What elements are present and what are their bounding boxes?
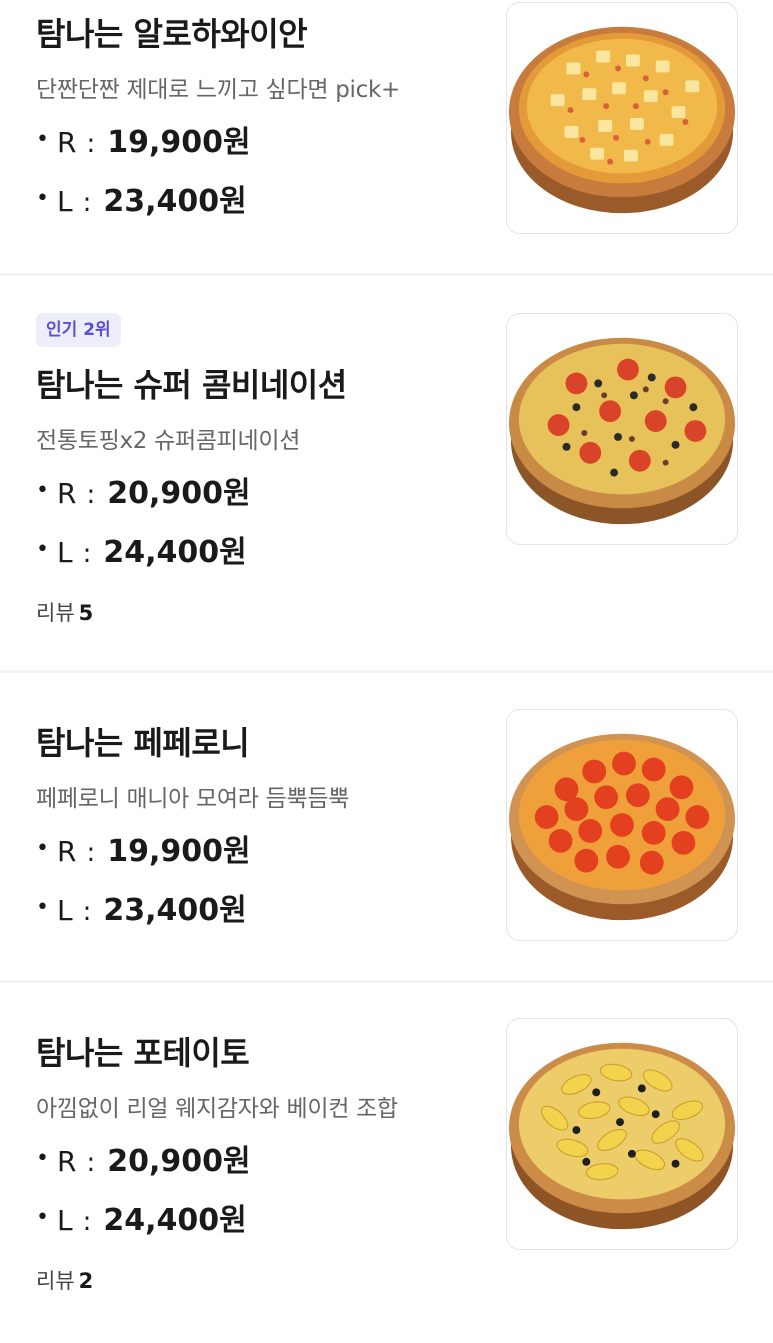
- menu-item-info: 탐나는 포테이토 아낌없이 리얼 웨지감자와 베이컨 조합 • R : 20,9…: [36, 1033, 513, 1295]
- potato-pizza-image[interactable]: [506, 1018, 738, 1250]
- menu-item-info: 탐나는 알로하와이안 단짠단짠 제대로 느끼고 싶다면 pick+ • R : …: [36, 14, 513, 224]
- colon: :: [82, 1207, 92, 1237]
- menu-item-info: 인기 2위 탐나는 슈퍼 콤비네이션 전통토핑x2 슈퍼콤피네이션 • R : …: [36, 313, 513, 627]
- price-amount: 20,900원: [107, 476, 251, 511]
- price-row-large: • L : 23,400원: [36, 183, 513, 224]
- price-size: L: [56, 894, 73, 927]
- price-size: L: [56, 185, 73, 218]
- price-amount: 23,400원: [103, 893, 247, 928]
- price-row-regular: • R : 20,900원: [36, 1143, 513, 1184]
- price-amount: 24,400원: [103, 1203, 247, 1238]
- review-number: 5: [78, 601, 94, 625]
- colon: :: [86, 1148, 96, 1178]
- bullet: •: [36, 836, 49, 861]
- hawaiian-pizza-icon: [508, 26, 736, 214]
- menu-item-description: 단짠단짠 제대로 느끼고 싶다면 pick+: [36, 77, 400, 103]
- colon: :: [86, 838, 96, 868]
- menu-item-description: 전통토핑x2 슈퍼콤피네이션: [36, 428, 301, 454]
- price-amount: 19,900원: [107, 125, 251, 160]
- price-row-regular: • R : 19,900원: [36, 124, 513, 165]
- review-number: 2: [78, 1269, 94, 1293]
- review-label: 리뷰: [36, 1269, 75, 1293]
- review-count[interactable]: 리뷰 5: [36, 597, 513, 627]
- menu-item-name: 탐나는 알로하와이안: [36, 15, 308, 53]
- menu-item-super-combination[interactable]: 인기 2위 탐나는 슈퍼 콤비네이션 전통토핑x2 슈퍼콤피네이션 • R : …: [0, 276, 773, 670]
- combination-pizza-icon: [508, 337, 736, 525]
- price-amount: 23,400원: [103, 184, 247, 219]
- pepperoni-pizza-icon: [508, 733, 736, 921]
- colon: :: [86, 129, 96, 159]
- price-amount: 24,400원: [103, 535, 247, 570]
- hawaiian-pizza-image[interactable]: [506, 2, 738, 234]
- review-count[interactable]: 리뷰 2: [36, 1265, 513, 1295]
- price-row-large: • L : 23,400원: [36, 892, 513, 933]
- bullet: •: [36, 895, 49, 920]
- bullet: •: [36, 127, 49, 152]
- price-size: R: [56, 1145, 77, 1178]
- colon: :: [82, 188, 92, 218]
- price-size: R: [56, 477, 77, 510]
- bullet: •: [36, 1205, 49, 1230]
- menu-item-name: 탐나는 페페로니: [36, 724, 250, 762]
- bullet: •: [36, 1146, 49, 1171]
- menu-item-pepperoni[interactable]: 탐나는 페페로니 페페로니 매니아 모여라 듬뿍듬뿍 • R : 19,900원…: [0, 673, 773, 980]
- bullet: •: [36, 537, 49, 562]
- menu-list: 탐나는 알로하와이안 단짠단짠 제대로 느끼고 싶다면 pick+ • R : …: [0, 0, 773, 1343]
- popularity-badge: 인기 2위: [36, 313, 121, 347]
- price-size: L: [56, 1204, 73, 1237]
- review-label: 리뷰: [36, 601, 75, 625]
- price-size: R: [56, 835, 77, 868]
- bullet: •: [36, 186, 49, 211]
- potato-pizza-icon: [508, 1042, 736, 1230]
- colon: :: [82, 897, 92, 927]
- price-row-large: • L : 24,400원: [36, 1202, 513, 1243]
- colon: :: [82, 539, 92, 569]
- price-row-regular: • R : 20,900원: [36, 475, 513, 516]
- menu-item-description: 아낌없이 리얼 웨지감자와 베이컨 조합: [36, 1096, 398, 1122]
- pepperoni-pizza-image[interactable]: [506, 709, 738, 941]
- bullet: •: [36, 478, 49, 503]
- menu-item-hawaiian[interactable]: 탐나는 알로하와이안 단짠단짠 제대로 느끼고 싶다면 pick+ • R : …: [0, 0, 773, 273]
- menu-item-name: 탐나는 슈퍼 콤비네이션: [36, 366, 347, 404]
- menu-item-potato[interactable]: 탐나는 포테이토 아낌없이 리얼 웨지감자와 베이컨 조합 • R : 20,9…: [0, 983, 773, 1343]
- price-amount: 20,900원: [107, 1144, 251, 1179]
- price-row-regular: • R : 19,900원: [36, 833, 513, 874]
- price-amount: 19,900원: [107, 834, 251, 869]
- colon: :: [86, 480, 96, 510]
- menu-item-description: 페페로니 매니아 모여라 듬뿍듬뿍: [36, 786, 350, 812]
- price-size: L: [56, 536, 73, 569]
- price-size: R: [56, 126, 77, 159]
- menu-item-info: 탐나는 페페로니 페페로니 매니아 모여라 듬뿍듬뿍 • R : 19,900원…: [36, 723, 513, 933]
- combination-pizza-image[interactable]: [506, 313, 738, 545]
- price-row-large: • L : 24,400원: [36, 534, 513, 575]
- menu-item-name: 탐나는 포테이토: [36, 1034, 250, 1072]
